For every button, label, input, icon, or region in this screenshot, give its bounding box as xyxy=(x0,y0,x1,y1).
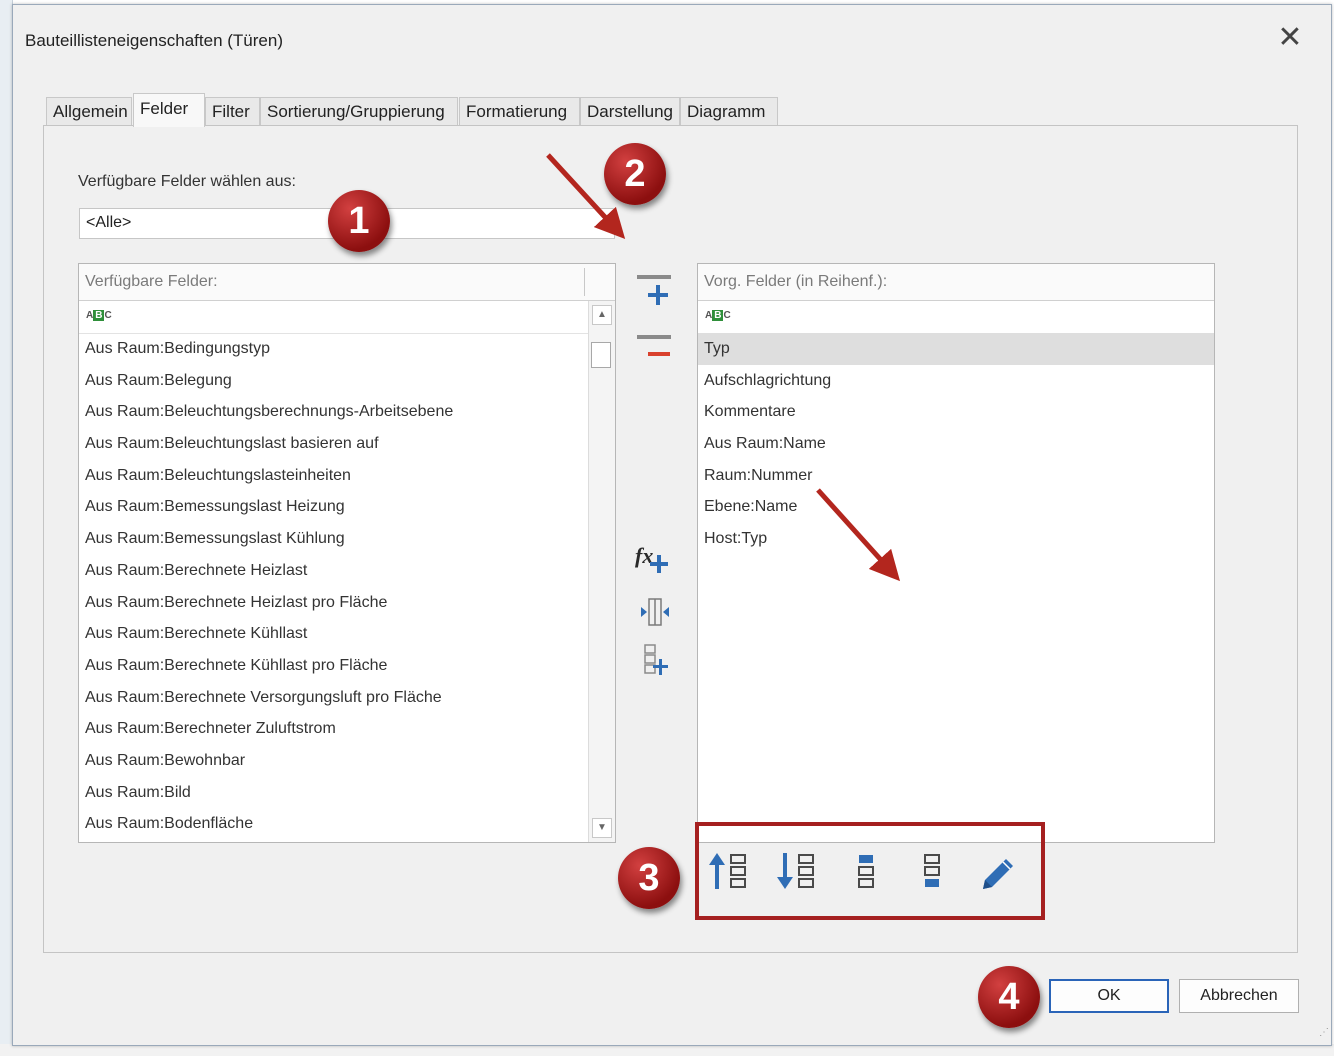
list-item[interactable]: Host:Typ xyxy=(698,523,1214,555)
new-parameter-button[interactable] xyxy=(635,643,675,679)
tab-diagramm[interactable]: Diagramm xyxy=(680,97,778,125)
callout-badge-4: 4 xyxy=(978,966,1040,1028)
remove-parameter-button[interactable] xyxy=(635,333,675,369)
list-item-selected[interactable]: Typ xyxy=(698,333,1214,365)
move-down-icon xyxy=(777,853,814,889)
list-item[interactable]: Aus Raum:Beleuchtungsberechnungs-Arbeits… xyxy=(79,396,588,428)
close-icon[interactable]: ✕ xyxy=(1275,23,1305,53)
list-item[interactable]: Aus Raum:Beleuchtungslasteinheiten xyxy=(79,460,588,492)
list-item[interactable]: Aus Raum:Berechnete Heizlast xyxy=(79,555,588,587)
list-item[interactable]: Aus Raum:Beleuchtungslast basieren auf xyxy=(79,428,588,460)
remove-parameter-icon xyxy=(637,335,671,356)
tab-formatierung[interactable]: Formatierung xyxy=(459,97,580,125)
list-item[interactable]: Aus Raum:Berechnete Kühllast xyxy=(79,618,588,650)
scroll-thumb[interactable] xyxy=(591,342,611,368)
move-up-icon xyxy=(709,853,746,889)
callout-badge-3: 3 xyxy=(618,847,680,909)
available-fields-header-label: Verfügbare Felder: xyxy=(85,273,218,290)
available-filter-row[interactable]: ABC xyxy=(79,301,615,334)
list-item[interactable]: Ebene:Name xyxy=(698,491,1214,523)
tab-allgemein[interactable]: Allgemein xyxy=(46,97,132,125)
callout-badge-1: 1 xyxy=(328,190,390,252)
scheduled-filter-row[interactable]: ABC xyxy=(698,301,1214,334)
add-parameter-icon xyxy=(637,275,671,305)
move-to-top-icon xyxy=(858,855,874,888)
list-item[interactable]: Aus Raum:Bedingungstyp xyxy=(79,333,588,365)
available-items: Aus Raum:Bedingungstyp Aus Raum:Belegung… xyxy=(79,333,588,840)
callout-badge-2: 2 xyxy=(604,143,666,205)
list-item[interactable]: Aus Raum:Bemessungslast Heizung xyxy=(79,491,588,523)
list-item[interactable]: Aus Raum:Bodenfläche xyxy=(79,808,588,840)
available-fields-header: Verfügbare Felder: xyxy=(79,264,615,301)
scheduled-items: Typ Aufschlagrichtung Kommentare Aus Rau… xyxy=(698,333,1214,555)
list-item[interactable]: Aus Raum:Berechnete Versorgungsluft pro … xyxy=(79,682,588,714)
move-up-button[interactable] xyxy=(707,849,755,897)
dialog-title: Bauteillisteneigenschaften (Türen) xyxy=(25,31,283,50)
move-to-bottom-icon xyxy=(924,854,940,887)
list-item[interactable]: Aus Raum:Berechneter Zuluftstrom xyxy=(79,713,588,745)
list-item[interactable]: Aus Raum:Bemessungslast Kühlung xyxy=(79,523,588,555)
scroll-down-icon[interactable]: ▼ xyxy=(592,818,612,838)
tab-filter[interactable]: Filter xyxy=(205,97,260,125)
resize-grip-icon[interactable]: ⋰ xyxy=(1319,1027,1329,1038)
combine-parameters-icon xyxy=(641,598,669,626)
abc-filter-icon: ABC xyxy=(86,310,112,321)
add-parameter-button[interactable] xyxy=(635,273,675,309)
list-item[interactable]: Aus Raum:Bild xyxy=(79,777,588,809)
list-item[interactable]: Aufschlagrichtung xyxy=(698,365,1214,397)
tab-darstellung[interactable]: Darstellung xyxy=(580,97,680,125)
cancel-button[interactable]: Abbrechen xyxy=(1179,979,1299,1013)
list-item[interactable]: Raum:Nummer xyxy=(698,460,1214,492)
new-parameter-icon xyxy=(644,644,668,675)
list-item[interactable]: Aus Raum:Belegung xyxy=(79,365,588,397)
column-divider xyxy=(584,268,585,296)
edit-parameter-icon xyxy=(983,859,1013,889)
calculated-value-icon: fx xyxy=(635,543,668,573)
list-item[interactable]: Aus Raum:Name xyxy=(698,428,1214,460)
scheduled-fields-header-label: Vorg. Felder (in Reihenf.): xyxy=(704,273,888,290)
scheduled-fields-list[interactable]: Vorg. Felder (in Reihenf.): ABC Typ Aufs… xyxy=(697,263,1215,843)
list-item[interactable]: Aus Raum:Bewohnbar xyxy=(79,745,588,777)
edit-parameter-button[interactable] xyxy=(975,849,1023,897)
available-fields-list[interactable]: Verfügbare Felder: ABC Aus Raum:Bedingun… xyxy=(78,263,616,843)
move-to-bottom-button[interactable] xyxy=(909,849,957,897)
move-down-button[interactable] xyxy=(775,849,823,897)
list-item[interactable]: Aus Raum:Berechnete Kühllast pro Fläche xyxy=(79,650,588,682)
scroll-up-icon[interactable]: ▲ xyxy=(592,305,612,325)
tab-felder[interactable]: Felder xyxy=(133,93,205,127)
available-scrollbar[interactable]: ▲ ▼ xyxy=(588,301,615,842)
calculated-value-button[interactable]: fx xyxy=(633,541,673,577)
list-item[interactable]: Kommentare xyxy=(698,396,1214,428)
ok-button[interactable]: OK xyxy=(1049,979,1169,1013)
list-item[interactable]: Aus Raum:Berechnete Heizlast pro Fläche xyxy=(79,587,588,619)
tab-sortierung[interactable]: Sortierung/Gruppierung xyxy=(260,97,458,125)
combine-parameters-button[interactable] xyxy=(635,595,675,631)
scheduled-fields-header: Vorg. Felder (in Reihenf.): xyxy=(698,264,1214,301)
source-label: Verfügbare Felder wählen aus: xyxy=(78,173,296,190)
abc-filter-icon: ABC xyxy=(705,310,731,321)
move-to-top-button[interactable] xyxy=(843,849,891,897)
